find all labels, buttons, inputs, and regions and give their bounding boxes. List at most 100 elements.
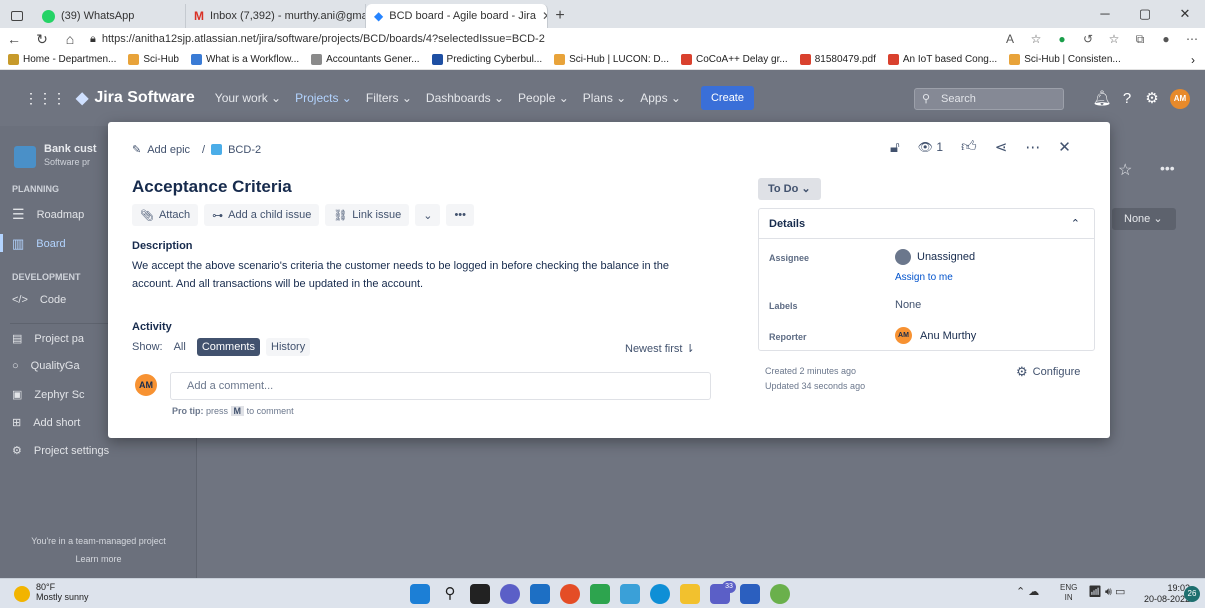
help-icon[interactable]: ? [1117,89,1137,109]
close-icon[interactable]: ✕ [1058,138,1071,156]
favorite-star-icon[interactable]: ☆ [1023,32,1049,46]
description-text[interactable]: We accept the above scenario's criteria … [132,257,692,293]
app-icon[interactable] [770,584,790,604]
bookmark-item[interactable]: An IoT based Cong... [887,54,997,65]
menu-people[interactable]: People ⌄ [518,91,569,105]
network-volume-battery-icons[interactable]: 📶︎ 🔊︎ ▭ [1088,585,1125,599]
sidebar-item-roadmap[interactable]: ☰ Roadmap [12,206,84,223]
jira-logo[interactable]: ◆ Jira Software [76,88,195,108]
back-icon[interactable]: ← [0,31,28,47]
sidebar-item-code[interactable]: </> Code [12,294,66,306]
menu-filters[interactable]: Filters ⌄ [366,91,412,105]
link-issue-button[interactable]: ⛓︎ Link issue [325,204,410,226]
filter-comments[interactable]: Comments [196,338,260,356]
add-epic-link[interactable]: Add epic [147,144,190,156]
bookmark-item[interactable]: Sci-Hub | Consisten... [1009,54,1121,65]
project-name[interactable]: Bank cust [44,143,97,155]
collections-icon[interactable]: ⧉ [1127,32,1153,47]
language-indicator[interactable]: ENG IN [1060,583,1077,603]
configure-button[interactable]: ⚙ Configure [1016,364,1080,380]
edge-icon[interactable] [650,584,670,604]
notifications-icon[interactable]: 🔔︎ [1092,89,1112,109]
weather-widget[interactable]: 80°F Mostly sunny [36,582,89,602]
user-avatar[interactable]: AM [1170,89,1190,109]
issue-key-link[interactable]: BCD-2 [228,144,261,156]
group-by-dropdown[interactable]: None ⌄ [1112,208,1176,230]
chrome-icon[interactable] [560,584,580,604]
app-icon[interactable] [590,584,610,604]
chat-icon[interactable] [500,584,520,604]
toolbar-more-button[interactable]: ••• [446,204,474,226]
bookmark-item[interactable]: Home - Departmen... [8,54,116,65]
store-icon[interactable] [530,584,550,604]
new-tab-button[interactable]: + [548,4,572,28]
tab-actions-icon[interactable] [0,4,34,28]
more-icon[interactable]: ⋯ [1179,32,1205,46]
profile-icon[interactable]: ● [1153,32,1179,46]
create-button[interactable]: Create [700,86,754,110]
notification-badge[interactable]: 26 [1184,586,1200,602]
menu-your-work[interactable]: Your work ⌄ [215,91,281,105]
refresh-icon[interactable]: ↻ [28,31,56,48]
bookmark-item[interactable]: Sci-Hub [128,54,179,65]
reporter-field[interactable]: AM Anu Murthy [895,327,976,344]
favorites-icon[interactable]: ☆ [1101,32,1127,46]
close-window-icon[interactable]: ✕ [1165,0,1205,28]
tab-jira[interactable]: ◆ BCD board - Agile board - Jira ✕ [366,4,548,28]
status-dropdown[interactable]: To Do ⌄ [758,178,821,200]
tab-whatsapp[interactable]: (39) WhatsApp [34,4,186,28]
labels-field[interactable]: None [895,299,921,311]
menu-dashboards[interactable]: Dashboards ⌄ [426,91,504,105]
sort-order-button[interactable]: Newest first ⇂ [625,342,695,355]
url-field[interactable]: 🔒︎ https://anitha12sjp.atlassian.net/jir… [90,33,997,46]
extension-icon[interactable]: ● [1049,32,1075,46]
menu-plans[interactable]: Plans ⌄ [583,91,626,105]
sidebar-item-zephyr[interactable]: ▣ Zephyr Sc [12,388,85,402]
settings-gear-icon[interactable]: ⚙ [1142,89,1162,109]
task-view-icon[interactable] [470,584,490,604]
refresh-extension-icon[interactable]: ↺ [1075,32,1101,46]
watch-button[interactable]: 👁︎ 1 [918,140,943,154]
bookmark-item[interactable]: What is a Workflow... [190,54,299,65]
bookmarks-overflow-icon[interactable]: › [1191,53,1195,67]
share-icon[interactable]: ⋖ [995,138,1008,156]
minimize-icon[interactable]: ─ [1085,0,1125,28]
app-icon[interactable] [620,584,640,604]
bookmark-item[interactable]: Sci-Hub | LUCON: D... [554,54,669,65]
tab-gmail[interactable]: M Inbox (7,392) - murthy.ani@gma ✕ [186,4,366,28]
system-tray-icons[interactable]: ⌃ ☁ [1016,585,1039,598]
sidebar-item-board[interactable]: ▥ Board [12,236,66,252]
more-actions-icon[interactable]: ⋯ [1025,138,1040,156]
bookmark-item[interactable]: Predicting Cyberbul... [431,54,542,65]
attach-button[interactable]: 📎︎ Attach [132,204,199,226]
search-icon[interactable]: ⚲ [440,584,460,604]
assign-to-me-link[interactable]: Assign to me [895,272,953,283]
start-windows-icon[interactable] [410,584,430,604]
add-child-issue-button[interactable]: ⊶ Add a child issue [204,204,320,226]
board-more-icon[interactable]: ••• [1160,160,1175,176]
bookmark-item[interactable]: 81580479.pdf [799,54,876,65]
search-input[interactable]: Search [914,88,1064,110]
comment-input[interactable]: Add a comment... [170,372,711,400]
details-header[interactable]: Details ⌃ [759,209,1094,239]
lock-icon[interactable]: 🔓︎ [890,139,900,156]
sidebar-item-qualitygate[interactable]: ○ QualityGa [12,360,80,372]
link-dropdown-button[interactable]: ⌄ [415,204,441,226]
app-switcher-icon[interactable]: ⋮⋮⋮ [24,90,66,107]
assignee-field[interactable]: Unassigned [895,249,975,265]
menu-apps[interactable]: Apps ⌄ [640,91,681,105]
word-icon[interactable] [740,584,760,604]
bookmark-item[interactable]: CoCoA++ Delay gr... [680,54,788,65]
like-icon[interactable]: 👍︎ [961,138,977,156]
file-explorer-icon[interactable] [680,584,700,604]
home-icon[interactable]: ⌂ [56,31,84,47]
sidebar-item-project-settings[interactable]: ⚙ Project settings [12,444,109,458]
sidebar-item-project-pages[interactable]: ▤ Project pa [12,332,84,346]
star-icon[interactable]: ☆ [1118,160,1132,180]
filter-all[interactable]: All [169,338,191,356]
sidebar-item-add-shortcut[interactable]: ⊞ Add short [12,416,80,430]
bookmark-item[interactable]: Accountants Gener... [311,54,420,65]
restore-icon[interactable]: ▢ [1125,0,1165,28]
menu-projects[interactable]: Projects ⌄ [295,91,352,105]
issue-title[interactable]: Acceptance Criteria [132,177,292,197]
